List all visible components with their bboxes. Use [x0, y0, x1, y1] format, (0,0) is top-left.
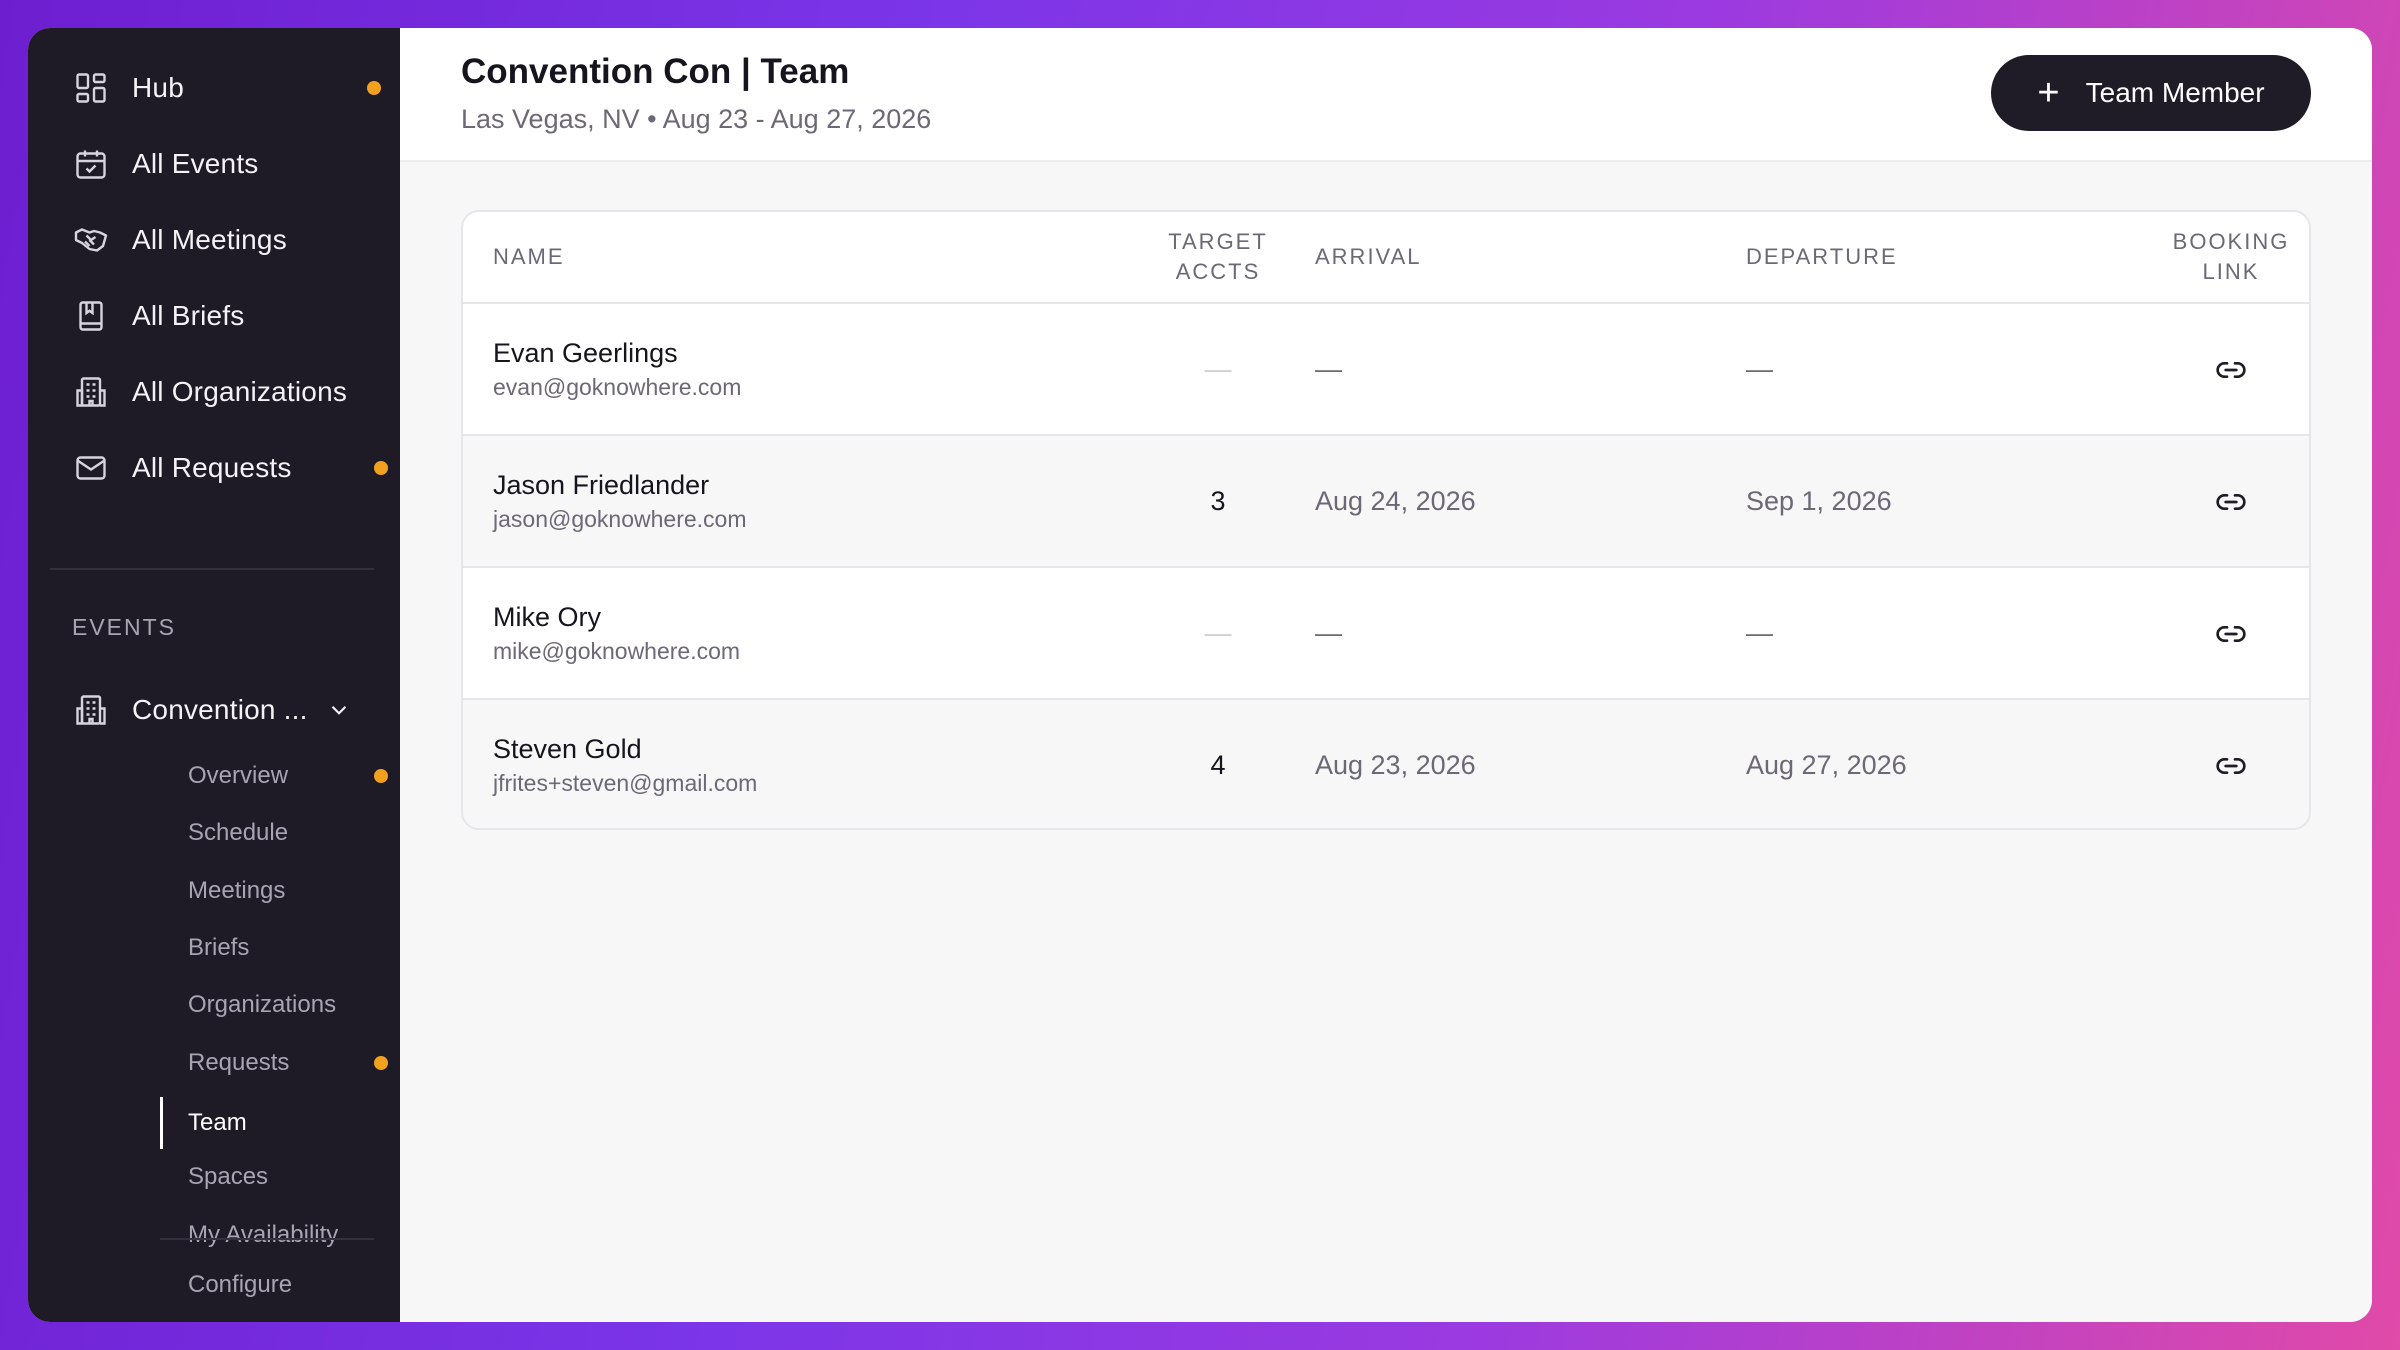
add-team-member-label: Team Member [2085, 77, 2265, 108]
departure-date: Aug 27, 2026 [1746, 750, 1907, 780]
table-row[interactable]: Evan Geerlings evan@goknowhere.com — — — [463, 304, 2309, 436]
plus-icon: + [2037, 72, 2060, 114]
event-selector-label: Convention ... [132, 694, 308, 725]
sidebar-divider [50, 568, 374, 570]
sub-item-label: Requests [188, 1049, 290, 1076]
notification-dot [374, 1056, 388, 1070]
member-name: Jason Friedlander [493, 470, 710, 500]
notification-dot [367, 81, 381, 95]
arrival-date: Aug 23, 2026 [1315, 750, 1476, 780]
building-icon [72, 373, 110, 411]
calendar-check-icon [72, 145, 110, 183]
target-accounts: 4 [1210, 750, 1226, 780]
nav-all-meetings-label: All Meetings [132, 224, 287, 255]
sub-item-spaces[interactable]: Spaces [160, 1154, 390, 1200]
handshake-icon [72, 221, 110, 259]
sub-item-overview[interactable]: Overview [160, 753, 390, 799]
notification-dot [374, 461, 388, 475]
nav-hub-label: Hub [132, 72, 184, 103]
grid-icon [72, 69, 110, 107]
column-header-booking-link: BOOKING LINK [2143, 227, 2309, 287]
arrival-date: Aug 24, 2026 [1315, 486, 1476, 516]
member-email: mike@goknowhere.com [493, 638, 741, 664]
nav-all-organizations[interactable]: All Organizations [72, 362, 392, 422]
add-team-member-button[interactable]: + Team Member [1991, 55, 2311, 131]
sub-item-label: Meetings [188, 877, 286, 904]
book-icon [72, 297, 110, 335]
member-email: jason@goknowhere.com [493, 506, 747, 532]
link-icon[interactable] [2209, 612, 2253, 656]
sub-item-organizations[interactable]: Organizations [160, 982, 390, 1028]
mail-icon [72, 449, 110, 487]
column-header-target: TARGET ACCTS [1118, 227, 1318, 287]
notification-dot [374, 769, 388, 783]
target-accounts: — [1204, 354, 1232, 384]
sub-item-requests[interactable]: Requests [160, 1040, 390, 1086]
chevron-down-icon [331, 705, 346, 715]
arrival-date: — [1315, 618, 1342, 648]
sub-item-my-availability[interactable]: My Availability [160, 1212, 390, 1258]
team-table: NAME TARGET ACCTS ARRIVAL DEPARTURE BOOK… [461, 210, 2311, 830]
member-name: Evan Geerlings [493, 338, 678, 368]
member-name: Steven Gold [493, 734, 642, 764]
target-accounts: 3 [1210, 486, 1226, 516]
column-header-arrival: ARRIVAL [1315, 244, 1422, 269]
event-selector[interactable]: Convention ... [72, 680, 392, 740]
nav-all-briefs-label: All Briefs [132, 300, 245, 331]
departure-date: — [1746, 618, 1773, 648]
main-content: Convention Con | Team Las Vegas, NV • Au… [400, 28, 2372, 1322]
building-icon [72, 691, 110, 729]
table-row[interactable]: Jason Friedlander jason@goknowhere.com 3… [463, 436, 2309, 568]
nav-all-events[interactable]: All Events [72, 134, 392, 194]
nav-all-meetings[interactable]: All Meetings [72, 210, 392, 270]
column-header-booking-line1: BOOKING [2172, 229, 2290, 254]
nav-all-briefs[interactable]: All Briefs [72, 286, 392, 346]
sub-divider [160, 1238, 374, 1240]
sub-item-briefs[interactable]: Briefs [160, 925, 390, 971]
column-header-target-line1: TARGET [1168, 229, 1268, 254]
nav-all-organizations-label: All Organizations [132, 376, 348, 407]
sub-item-meetings[interactable]: Meetings [160, 868, 390, 914]
sidebar: Hub All Events All Meetings All Briefs A… [28, 28, 400, 1322]
link-icon[interactable] [2209, 480, 2253, 524]
sub-item-label: Briefs [188, 934, 250, 961]
sub-item-label: Configure [188, 1271, 293, 1298]
departure-date: — [1746, 354, 1773, 384]
nav-all-requests[interactable]: All Requests [72, 438, 392, 498]
section-label-events: EVENTS [72, 614, 177, 640]
page-header: Convention Con | Team Las Vegas, NV • Au… [400, 28, 2372, 162]
nav-all-requests-label: All Requests [132, 452, 292, 483]
sub-item-label: Spaces [188, 1163, 269, 1190]
sub-item-schedule[interactable]: Schedule [160, 810, 390, 856]
sub-item-team[interactable]: Team [160, 1097, 390, 1149]
sub-item-label: Organizations [188, 991, 337, 1018]
member-email: jfrites+steven@gmail.com [493, 770, 758, 796]
member-email: evan@goknowhere.com [493, 374, 742, 400]
table-row[interactable]: Mike Ory mike@goknowhere.com — — — [463, 568, 2309, 700]
column-header-target-line2: ACCTS [1175, 259, 1261, 284]
link-icon[interactable] [2209, 348, 2253, 392]
column-header-booking-line2: LINK [2202, 259, 2260, 284]
table-row[interactable]: Steven Gold jfrites+steven@gmail.com 4 A… [463, 700, 2309, 828]
sub-item-label: My Availability [188, 1221, 339, 1248]
nav-all-events-label: All Events [132, 148, 259, 179]
link-icon[interactable] [2209, 744, 2253, 788]
column-header-departure: DEPARTURE [1746, 244, 1898, 269]
arrival-date: — [1315, 354, 1342, 384]
nav-hub[interactable]: Hub [72, 58, 392, 118]
sub-item-label: Overview [188, 762, 289, 789]
departure-date: Sep 1, 2026 [1746, 486, 1892, 516]
member-name: Mike Ory [493, 602, 601, 632]
sub-item-label: Team [188, 1109, 247, 1136]
column-header-name: NAME [493, 244, 565, 269]
app-window: Hub All Events All Meetings All Briefs A… [28, 28, 2372, 1322]
target-accounts: — [1204, 618, 1232, 648]
page-title: Convention Con | Team [461, 52, 850, 91]
sub-item-label: Schedule [188, 819, 289, 846]
table-header: NAME TARGET ACCTS ARRIVAL DEPARTURE BOOK… [463, 212, 2309, 304]
sub-item-configure[interactable]: Configure [160, 1262, 390, 1308]
page-subtitle: Las Vegas, NV • Aug 23 - Aug 27, 2026 [461, 104, 932, 134]
